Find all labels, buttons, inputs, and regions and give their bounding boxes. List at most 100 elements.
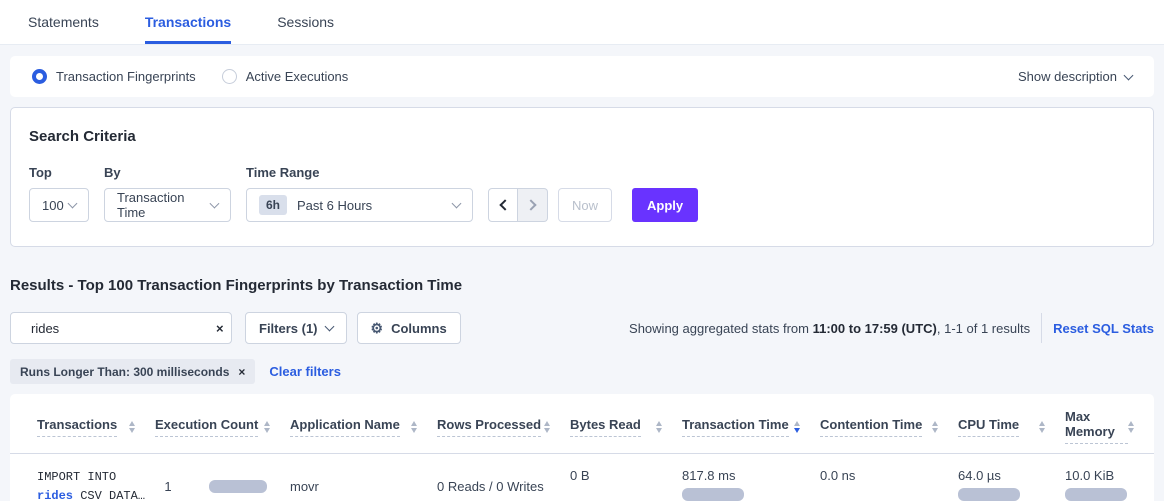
query-line-2: rides CSV DATA… — [37, 487, 141, 501]
column-header-rows-processed[interactable]: Rows Processed — [437, 394, 570, 453]
sort-icon — [411, 421, 417, 433]
transactions-table: Transactions Execution Count Application… — [10, 394, 1154, 501]
sort-icon — [264, 421, 270, 433]
columns-button-label: Columns — [391, 321, 447, 336]
column-header-application-name[interactable]: Application Name — [290, 394, 437, 453]
cell-rows-processed: 0 Reads / 0 Writes — [437, 454, 570, 501]
time-range-label: Time Range — [246, 165, 488, 180]
transaction-time-value: 817.8 ms — [682, 468, 806, 483]
time-window-arrows — [488, 188, 548, 222]
column-header-label: Application Name — [290, 417, 400, 437]
chevron-right-icon — [525, 199, 536, 210]
remove-filter-icon[interactable]: × — [238, 365, 245, 379]
divider — [1041, 313, 1042, 343]
column-header-label: Bytes Read — [570, 417, 641, 437]
column-header-label: Rows Processed — [437, 417, 541, 437]
column-header-transaction-time[interactable]: Transaction Time — [682, 394, 820, 453]
chevron-down-icon — [1124, 70, 1134, 80]
results-toolbar: × Filters (1) ⚙ Columns Showing aggregat… — [10, 312, 1154, 344]
tab-statements[interactable]: Statements — [28, 0, 99, 44]
time-range-badge: 6h — [259, 195, 287, 215]
filter-chip: Runs Longer Than: 300 milliseconds × — [10, 359, 255, 384]
search-criteria-controls: Top 100 By Transaction Time Time Range 6… — [29, 165, 1135, 222]
cell-transaction-query[interactable]: IMPORT INTO rides CSV DATA… — [37, 454, 155, 501]
column-header-execution-count[interactable]: Execution Count — [155, 394, 290, 453]
radio-unselected-icon — [222, 69, 237, 84]
search-criteria-title: Search Criteria — [29, 128, 1135, 145]
column-header-label: CPU Time — [958, 417, 1019, 437]
chevron-left-icon — [499, 199, 510, 210]
contention-time-value: 0.0 ns — [820, 468, 944, 483]
aggregated-stats-text: Showing aggregated stats from 11:00 to 1… — [629, 321, 1030, 336]
rows-processed-value: 0 Reads / 0 Writes — [437, 479, 556, 494]
sort-icon — [129, 421, 135, 433]
column-header-label: Transaction Time — [682, 417, 789, 437]
by-label: By — [104, 165, 246, 180]
previous-window-button[interactable] — [488, 188, 518, 222]
view-toggle-bar: Transaction Fingerprints Active Executio… — [10, 56, 1154, 97]
by-select[interactable]: Transaction Time — [104, 188, 231, 222]
transaction-fingerprint-link[interactable]: rides — [37, 489, 73, 501]
column-header-transactions[interactable]: Transactions — [37, 394, 155, 453]
max-memory-bar — [1065, 488, 1127, 501]
filter-chip-label: Runs Longer Than: 300 milliseconds — [20, 365, 229, 379]
top-field-group: Top 100 — [29, 165, 104, 222]
show-description-toggle[interactable]: Show description — [1018, 69, 1132, 84]
column-header-bytes-read[interactable]: Bytes Read — [570, 394, 682, 453]
column-header-label: Transactions — [37, 417, 117, 437]
radio-label: Transaction Fingerprints — [56, 69, 196, 84]
time-range-field-group: Time Range 6h Past 6 Hours — [246, 165, 488, 222]
next-window-button[interactable] — [518, 188, 548, 222]
clear-filters-link[interactable]: Clear filters — [269, 364, 341, 379]
filters-button[interactable]: Filters (1) — [245, 312, 347, 344]
cell-transaction-time: 817.8 ms — [682, 454, 820, 501]
sort-icon — [656, 421, 662, 433]
radio-active-executions[interactable]: Active Executions — [222, 69, 349, 84]
sql-activity-tabbar: Statements Transactions Sessions — [0, 0, 1164, 45]
sort-desc-icon — [794, 421, 800, 433]
cell-execution-count: 1 — [155, 454, 290, 501]
clear-search-icon[interactable]: × — [216, 322, 224, 335]
cell-cpu-time: 64.0 µs — [958, 454, 1065, 501]
apply-button[interactable]: Apply — [632, 188, 698, 222]
column-header-label: Contention Time — [820, 417, 922, 437]
cpu-time-value: 64.0 µs — [958, 468, 1051, 483]
column-header-cpu-time[interactable]: CPU Time — [958, 394, 1065, 453]
column-header-max-memory[interactable]: Max Memory — [1065, 394, 1154, 453]
query-line-2-rest: CSV DATA… — [73, 489, 145, 501]
sort-icon — [1039, 421, 1045, 433]
time-range-value: Past 6 Hours — [297, 198, 372, 213]
tab-sessions[interactable]: Sessions — [277, 0, 334, 44]
chevron-down-icon — [324, 322, 334, 332]
top-select[interactable]: 100 — [29, 188, 89, 222]
column-header-label: Max Memory — [1065, 409, 1128, 444]
bytes-read-value: 0 B — [570, 468, 668, 483]
now-button[interactable]: Now — [558, 188, 612, 222]
gear-icon: ⚙ — [371, 320, 384, 337]
by-select-value: Transaction Time — [117, 190, 211, 220]
show-description-label: Show description — [1018, 69, 1117, 84]
search-input[interactable] — [31, 321, 207, 336]
time-range-select[interactable]: 6h Past 6 Hours — [246, 188, 473, 222]
results-heading: Results - Top 100 Transaction Fingerprin… — [10, 277, 1154, 294]
cell-contention-time: 0.0 ns — [820, 454, 958, 501]
radio-label: Active Executions — [246, 69, 349, 84]
columns-button[interactable]: ⚙ Columns — [357, 312, 461, 344]
search-criteria-panel: Search Criteria Top 100 By Transaction T… — [10, 107, 1154, 247]
cell-max-memory: 10.0 KiB — [1065, 454, 1154, 501]
filters-button-label: Filters (1) — [259, 321, 318, 336]
radio-selected-icon — [32, 69, 47, 84]
stats-prefix: Showing aggregated stats from — [629, 321, 813, 336]
execution-count-value: 1 — [164, 479, 171, 494]
chevron-down-icon — [452, 199, 462, 209]
cell-bytes-read: 0 B — [570, 454, 682, 501]
stats-time-range: 11:00 to 17:59 (UTC) — [813, 321, 937, 336]
top-select-value: 100 — [42, 198, 64, 213]
reset-sql-stats-link[interactable]: Reset SQL Stats — [1053, 321, 1154, 336]
sort-icon — [1128, 421, 1134, 433]
top-label: Top — [29, 165, 104, 180]
tab-transactions[interactable]: Transactions — [145, 0, 231, 44]
radio-transaction-fingerprints[interactable]: Transaction Fingerprints — [32, 69, 196, 84]
column-header-contention-time[interactable]: Contention Time — [820, 394, 958, 453]
sort-icon — [932, 421, 938, 433]
